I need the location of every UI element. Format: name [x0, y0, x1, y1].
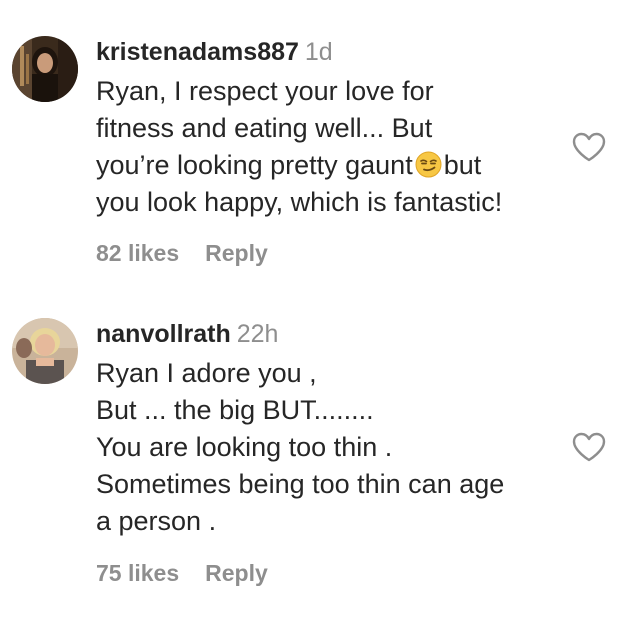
comment-line-part: you’re looking pretty gaunt — [96, 150, 413, 180]
comment-header: kristenadams887 1d — [96, 36, 333, 68]
comment-line: fitness and eating well... But — [96, 113, 433, 143]
username-link[interactable]: kristenadams887 — [96, 38, 299, 66]
comment-line: Ryan, I respect your love for — [96, 76, 434, 106]
comment-header: nanvollrath 22h — [96, 318, 278, 350]
heart-outline-icon[interactable] — [572, 432, 606, 462]
comment-text: Ryan I adore you , But ... the big BUT..… — [96, 355, 566, 540]
username-link[interactable]: nanvollrath — [96, 320, 231, 348]
comment-line: a person . — [96, 506, 217, 536]
reply-button[interactable]: Reply — [205, 240, 268, 266]
comment-line-part: but — [443, 150, 482, 180]
avatar[interactable] — [12, 36, 78, 102]
comment-actions: 75 likes Reply — [96, 558, 268, 588]
comment-line: Ryan I adore you , — [96, 358, 317, 388]
reply-button[interactable]: Reply — [205, 560, 268, 586]
comment-line: But ... the big BUT........ — [96, 395, 374, 425]
heart-outline-icon[interactable] — [572, 132, 606, 162]
comment-line: Sometimes being too thin can age — [96, 469, 505, 499]
comment-line: you’re looking pretty gaunt but — [96, 147, 566, 184]
timestamp[interactable]: 22h — [237, 320, 279, 348]
likes-count[interactable]: 82 likes — [96, 240, 179, 266]
timestamp[interactable]: 1d — [305, 38, 333, 66]
comment-line: You are looking too thin . — [96, 432, 393, 462]
avatar[interactable] — [12, 318, 78, 384]
likes-count[interactable]: 75 likes — [96, 560, 179, 586]
comment-text: Ryan, I respect your love for fitness an… — [96, 73, 566, 221]
comment-line: you look happy, which is fantastic! — [96, 187, 503, 217]
comment-actions: 82 likes Reply — [96, 238, 268, 268]
smirking-face-emoji-icon — [415, 151, 442, 178]
